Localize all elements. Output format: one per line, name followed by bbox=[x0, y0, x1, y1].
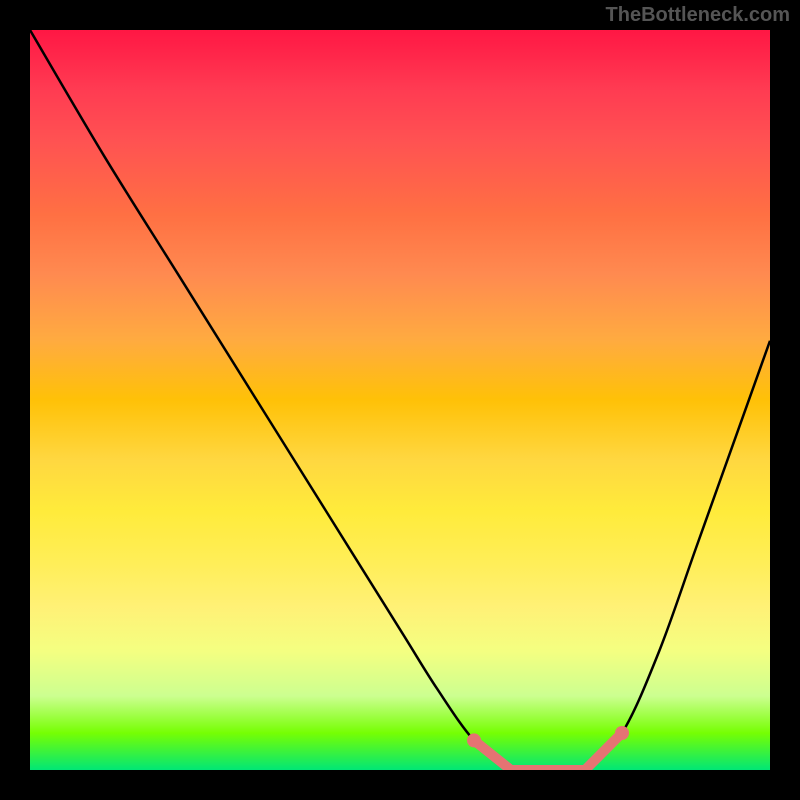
gradient-background bbox=[30, 30, 770, 770]
attribution-label: TheBottleneck.com bbox=[606, 4, 790, 27]
chart-container bbox=[30, 30, 770, 770]
